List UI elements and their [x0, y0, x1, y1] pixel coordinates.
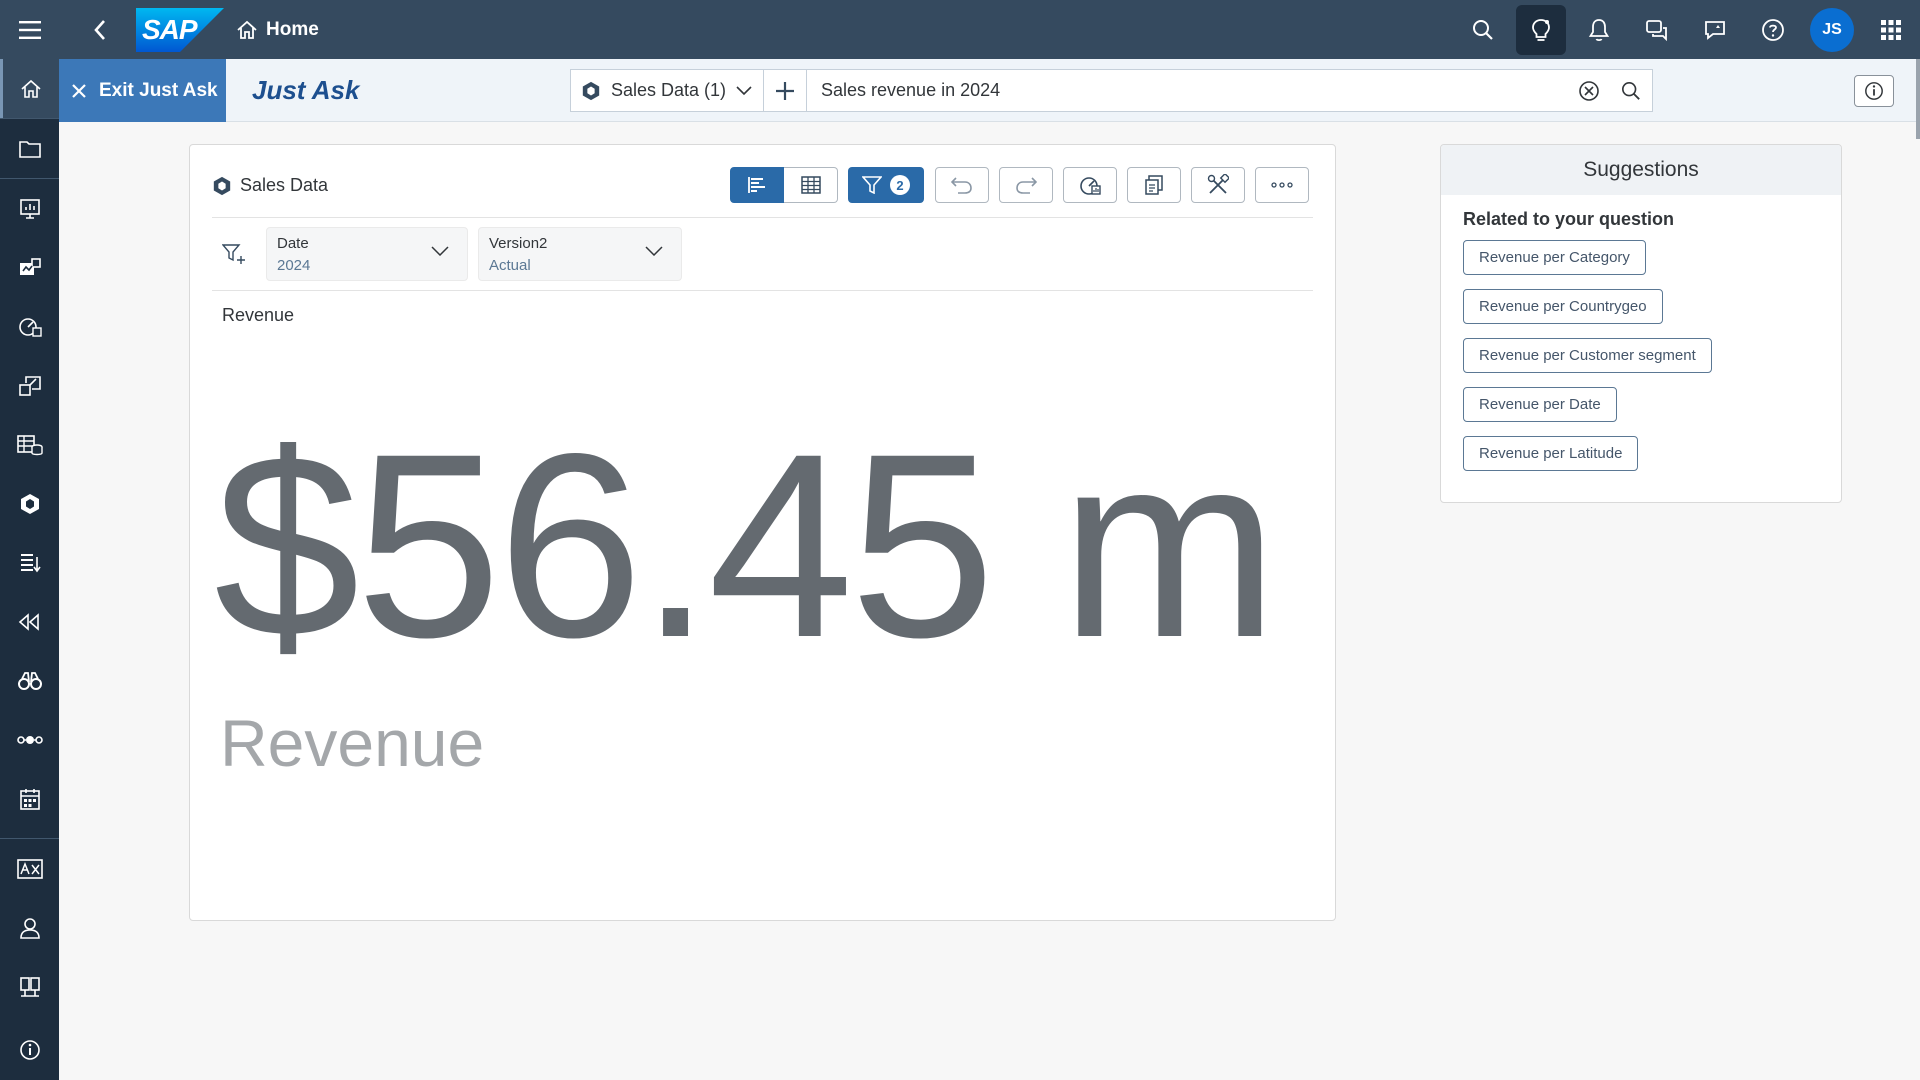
query-field[interactable]	[807, 69, 1653, 112]
search-icon[interactable]	[1458, 5, 1508, 55]
card-divider	[212, 217, 1313, 218]
suggestion-button[interactable]: Revenue per Date	[1463, 387, 1617, 422]
view-toggle	[730, 167, 838, 203]
discussions-icon[interactable]	[1632, 5, 1682, 55]
connections-icon[interactable]	[0, 710, 59, 769]
model-cube-icon	[213, 176, 231, 195]
notifications-bell-icon[interactable]	[1574, 5, 1624, 55]
tools-icon[interactable]	[1191, 167, 1245, 203]
suggestions-panel: Suggestions Related to your question Rev…	[1440, 144, 1842, 503]
filter-icon	[862, 176, 882, 194]
help-icon[interactable]	[1748, 5, 1798, 55]
card-title: Sales Data	[240, 175, 329, 195]
chevron-down-icon	[645, 246, 663, 256]
page-title: Just Ask	[252, 75, 360, 105]
model-select-value: Sales Data (1)	[611, 80, 727, 100]
suggestion-button[interactable]: Revenue per Countrygeo	[1463, 289, 1663, 324]
sap-logo-text: SAP	[142, 13, 198, 45]
filter-token-date[interactable]: Date 2024	[266, 227, 468, 281]
table-view-icon[interactable]	[784, 167, 838, 203]
suggestions-list: Revenue per Category Revenue per Country…	[1463, 240, 1841, 471]
filter-button[interactable]: 2	[848, 167, 924, 203]
translation-icon[interactable]	[0, 839, 59, 898]
info-button[interactable]	[1854, 75, 1894, 107]
home-label: Home	[266, 18, 319, 40]
explore-insights-icon[interactable]	[1063, 167, 1117, 203]
result-card: Sales Data 2 Date 2024 Version2 Actual R…	[189, 144, 1336, 921]
filter-count-badge: 2	[890, 175, 910, 195]
chart-view-icon[interactable]	[730, 167, 784, 203]
product-switch-grid-icon[interactable]	[1866, 5, 1916, 55]
left-navigation	[0, 59, 59, 1080]
undo-icon[interactable]	[935, 167, 989, 203]
query-input[interactable]	[807, 80, 1568, 101]
card-toolbar: 2	[730, 167, 1309, 203]
sap-logo[interactable]: SAP	[136, 7, 224, 52]
suggestion-button[interactable]: Revenue per Customer segment	[1463, 338, 1712, 373]
system-monitor-icon[interactable]	[0, 957, 59, 1016]
model-select[interactable]: Sales Data (1)	[570, 69, 764, 112]
menu-icon[interactable]	[0, 0, 59, 59]
exit-just-ask-button[interactable]: Exit Just Ask	[59, 59, 226, 122]
shell-bar: SAP Home JS	[0, 0, 1920, 59]
card-divider	[212, 290, 1313, 291]
home-link[interactable]: Home	[236, 19, 319, 41]
user-icon[interactable]	[0, 898, 59, 957]
just-ask-lightbulb-icon[interactable]	[1516, 4, 1566, 55]
stories-icon[interactable]	[0, 179, 59, 238]
modeler-cube-icon[interactable]	[0, 474, 59, 533]
info-icon	[1865, 82, 1883, 100]
more-options-icon[interactable]	[1255, 167, 1309, 203]
suggestion-button[interactable]: Revenue per Category	[1463, 240, 1646, 275]
analytic-apps-icon[interactable]	[0, 238, 59, 297]
datasets-icon[interactable]	[0, 415, 59, 474]
back-icon[interactable]	[80, 0, 120, 59]
filter-value: Actual	[489, 257, 531, 274]
close-icon	[72, 83, 86, 98]
about-info-icon[interactable]	[0, 1020, 59, 1079]
suggestions-subtitle: Related to your question	[1463, 209, 1675, 229]
feedback-icon[interactable]	[1690, 5, 1740, 55]
filter-value: 2024	[277, 257, 311, 274]
chart-title: Revenue	[222, 305, 295, 325]
kpi-value: $56.45 m	[214, 399, 1278, 692]
exit-just-ask-label: Exit Just Ask	[99, 79, 218, 101]
home-icon[interactable]	[0, 59, 59, 118]
filter-label: Date	[277, 235, 309, 252]
card-header: Sales Data	[212, 175, 328, 196]
add-filter-icon[interactable]	[212, 232, 256, 276]
chevron-down-icon	[736, 85, 752, 95]
model-cube-icon	[582, 81, 600, 100]
clear-query-icon[interactable]	[1568, 70, 1610, 112]
kpi-label: Revenue	[220, 706, 485, 780]
calendar-icon[interactable]	[0, 769, 59, 828]
redo-icon[interactable]	[999, 167, 1053, 203]
just-ask-header: Exit Just Ask Just Ask Sales Data (1)	[59, 59, 1920, 122]
filter-bar: Date 2024 Version2 Actual	[212, 227, 682, 281]
home-icon	[237, 20, 257, 39]
digital-boardroom-icon[interactable]	[0, 297, 59, 356]
copy-to-story-icon[interactable]	[1127, 167, 1181, 203]
suggestion-button[interactable]: Revenue per Latitude	[1463, 436, 1639, 471]
insights-binoculars-icon[interactable]	[0, 651, 59, 710]
data-analyzer-icon[interactable]	[0, 356, 59, 415]
filter-token-version[interactable]: Version2 Actual	[478, 227, 682, 281]
add-model-button[interactable]	[764, 69, 807, 112]
chevron-down-icon	[431, 246, 449, 256]
suggestions-title: Suggestions	[1441, 145, 1841, 195]
multi-actions-icon[interactable]	[0, 592, 59, 651]
filter-label: Version2	[489, 235, 548, 252]
submit-search-icon[interactable]	[1610, 70, 1652, 112]
folder-icon[interactable]	[0, 119, 59, 178]
scrollbar[interactable]	[1916, 59, 1920, 139]
data-actions-icon[interactable]	[0, 533, 59, 592]
user-avatar[interactable]: JS	[1810, 7, 1854, 52]
plus-icon	[776, 81, 794, 100]
